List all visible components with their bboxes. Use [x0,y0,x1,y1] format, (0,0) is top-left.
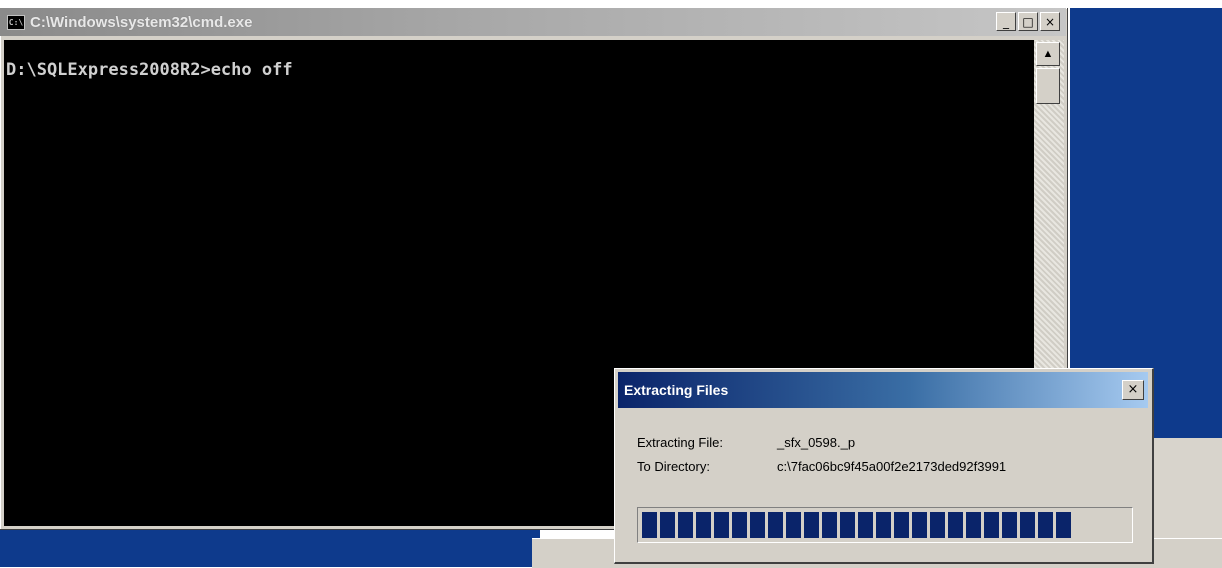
to-directory-value: c:\7fac06bc9f45a00f2e2173ded92f3991 [777,459,1007,474]
progress-block [894,512,909,538]
progress-block [804,512,819,538]
progress-block [696,512,711,538]
dialog-close-button[interactable]: × [1122,380,1144,400]
extracting-file-label: Extracting File: [637,435,723,450]
scroll-up-arrow-icon[interactable]: ▲ [1036,42,1060,66]
progress-block [1038,512,1053,538]
progress-block [876,512,891,538]
dialog-title: Extracting Files [624,382,729,398]
desktop-background-bottom [0,530,540,567]
progress-block [660,512,675,538]
maximize-button[interactable]: □ [1018,12,1038,31]
progress-block [966,512,981,538]
progress-block [930,512,945,538]
progress-block [840,512,855,538]
progress-block [1002,512,1017,538]
progress-block [822,512,837,538]
progress-block [642,512,657,538]
extracting-file-value: _sfx_0598._p [777,435,856,450]
dialog-titlebar[interactable]: Extracting Files × [618,372,1148,408]
cmd-titlebar[interactable]: C:\ C:\Windows\system32\cmd.exe _ □ × [0,8,1066,36]
progress-block [984,512,999,538]
progress-block [714,512,729,538]
progress-block [732,512,747,538]
progress-block [750,512,765,538]
progress-block [1056,512,1071,538]
progress-block [858,512,873,538]
window-title: C:\Windows\system32\cmd.exe [30,13,253,31]
progress-fill [642,512,1071,538]
close-button[interactable]: × [1040,12,1060,31]
to-directory-label: To Directory: [637,459,710,474]
progress-block [768,512,783,538]
progress-block [1020,512,1035,538]
minimize-button[interactable]: _ [996,12,1016,31]
extracting-files-dialog: Extracting Files × Extracting File: _sfx… [614,368,1154,564]
progress-bar [637,507,1133,543]
progress-block [912,512,927,538]
progress-block [948,512,963,538]
console-line: D:\SQLExpress2008R2>echo off [6,60,293,80]
window-controls: _ □ × [996,12,1060,31]
progress-block [786,512,801,538]
scroll-thumb[interactable] [1036,68,1060,104]
cmd-icon[interactable]: C:\ [7,14,25,30]
progress-block [678,512,693,538]
